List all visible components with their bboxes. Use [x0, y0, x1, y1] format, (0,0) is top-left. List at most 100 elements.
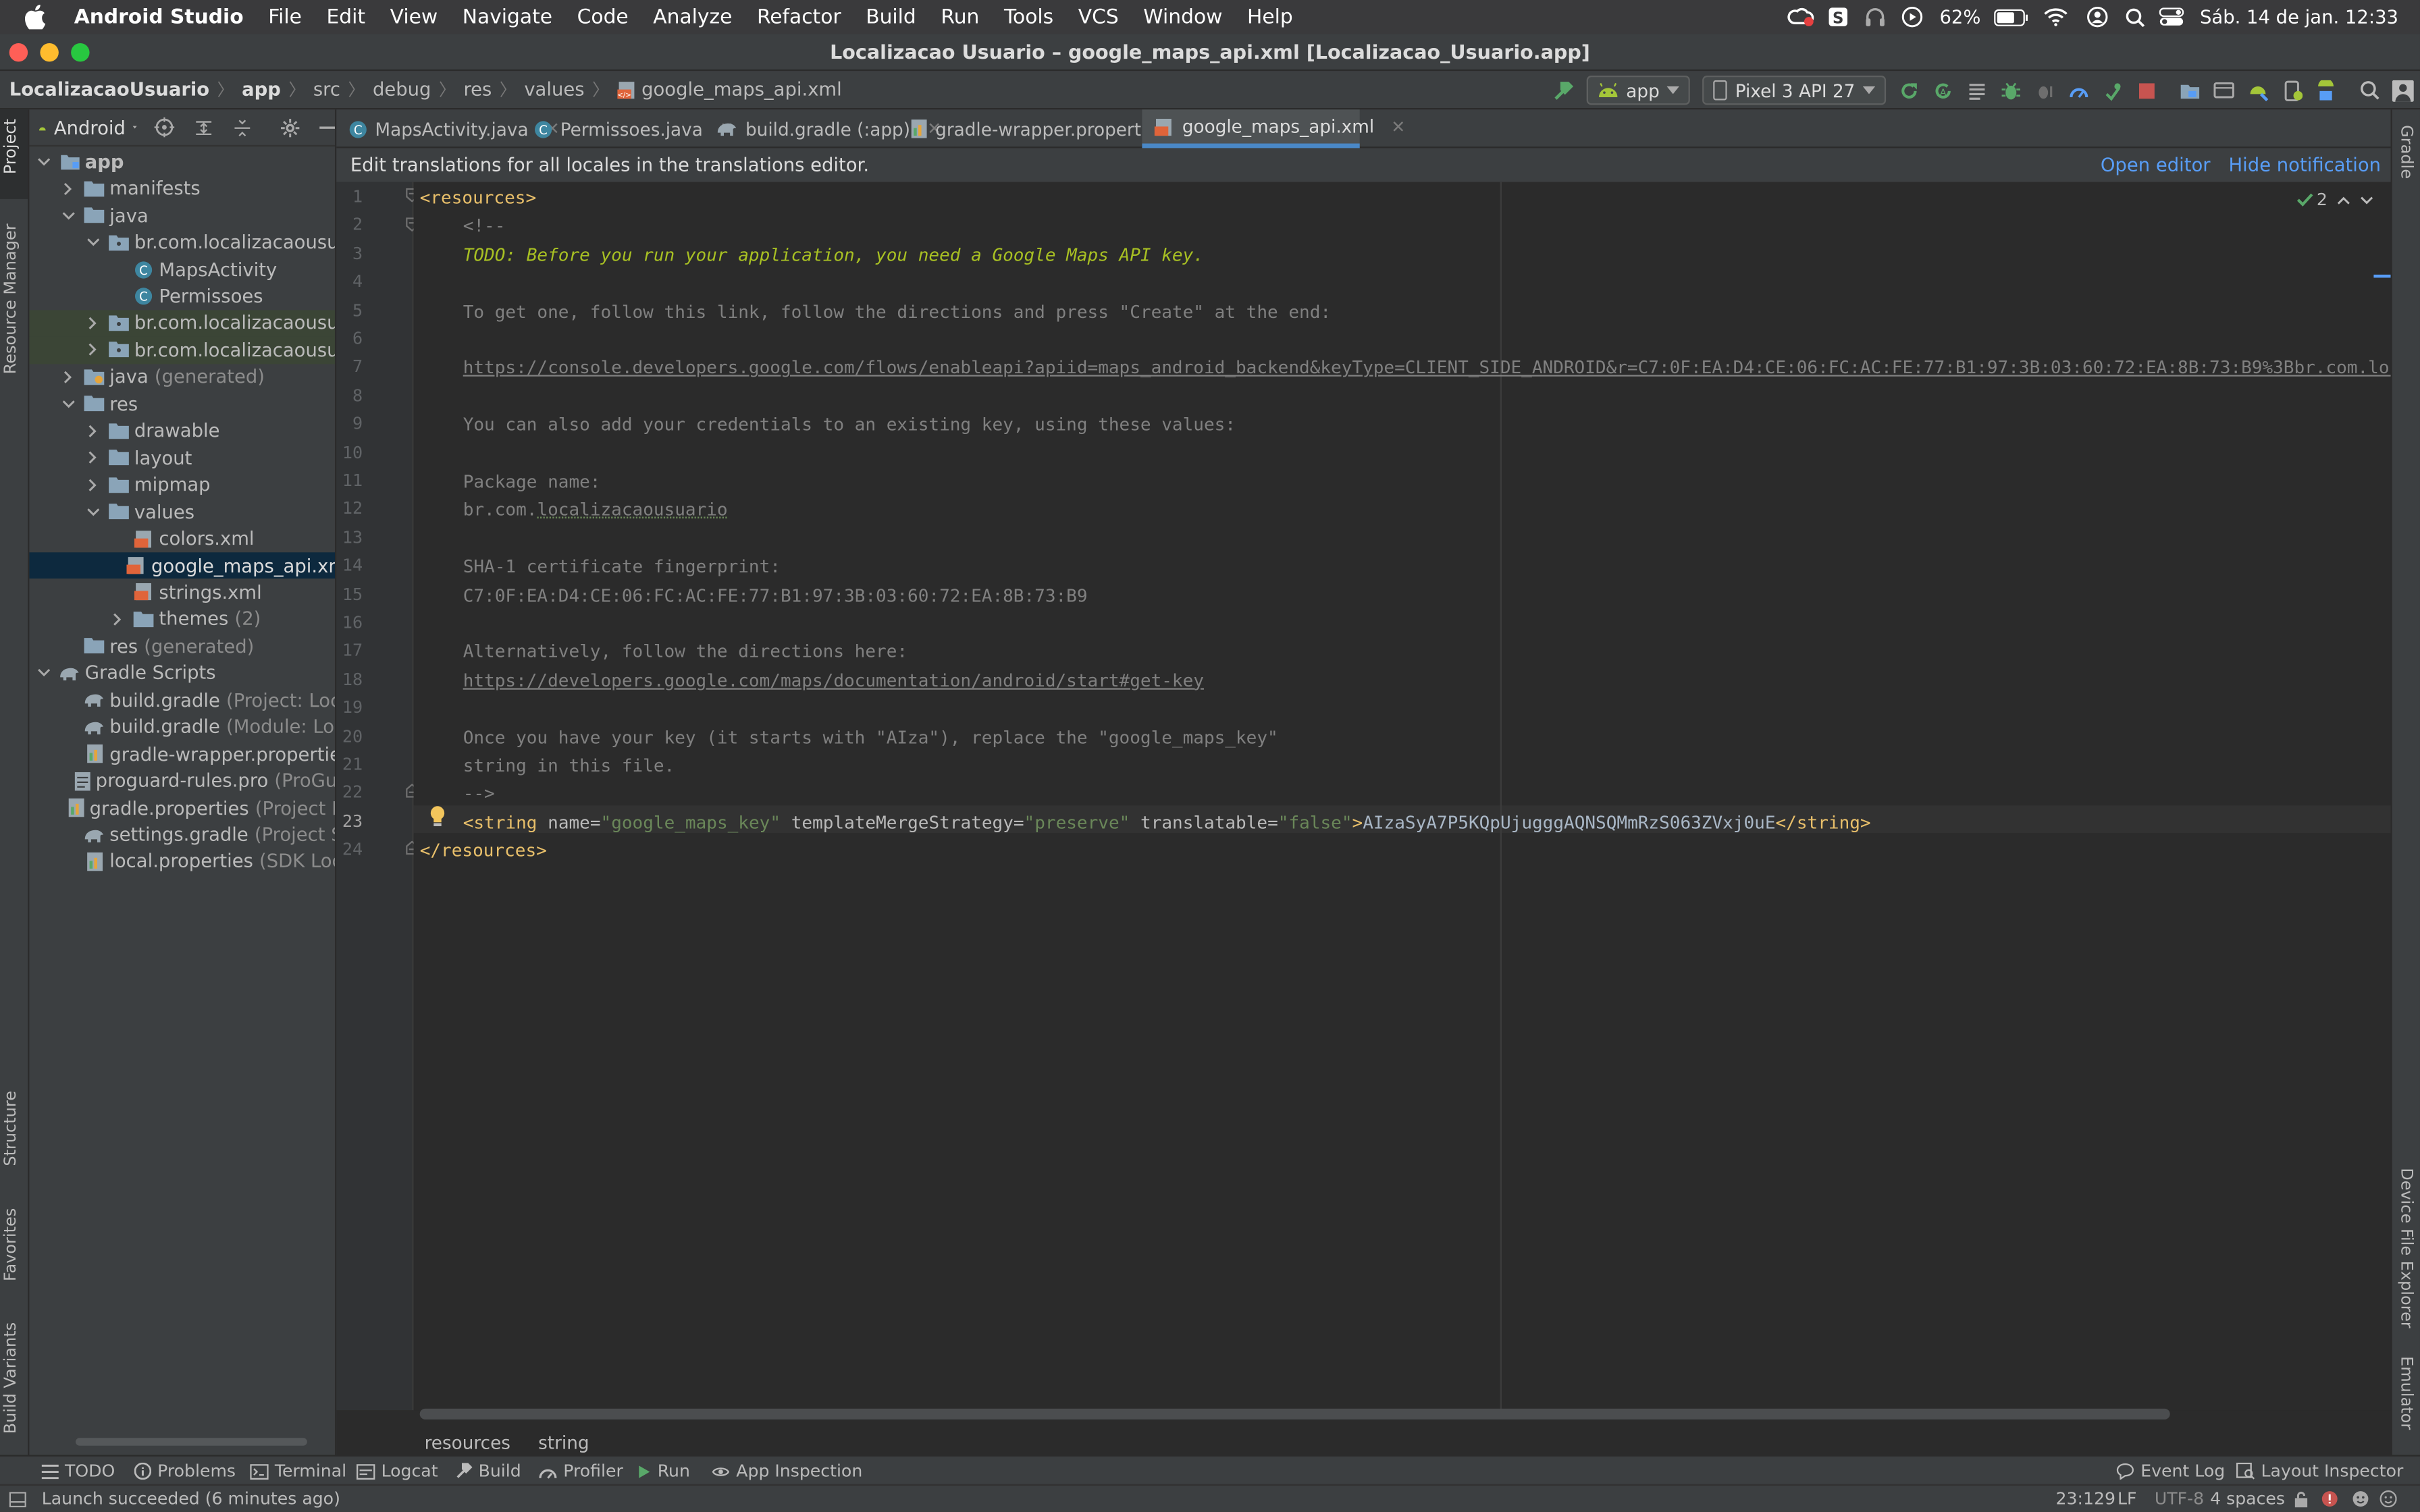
tree-item[interactable]: app [29, 148, 335, 175]
tree-item[interactable]: res [29, 390, 335, 417]
tab-google-maps-api[interactable]: google_maps_api.xml ✕ [1142, 109, 1405, 148]
select-opened-file-icon[interactable] [154, 117, 175, 138]
menu-edit[interactable]: Edit [314, 5, 377, 28]
menu-window[interactable]: Window [1131, 5, 1235, 28]
wifi-icon[interactable] [2033, 0, 2080, 34]
event-log-tool-button[interactable]: Event Log [2116, 1461, 2225, 1481]
hide-panel-icon[interactable] [319, 126, 335, 129]
device-file-explorer-tool-label[interactable]: Device File Explorer [2397, 1168, 2415, 1328]
chevron-right-icon[interactable] [85, 477, 101, 493]
chevron-up-icon[interactable] [2337, 195, 2351, 205]
indent-setting[interactable]: 4 spaces [2210, 1489, 2285, 1509]
chevron-right-icon[interactable] [109, 612, 125, 627]
layout-validation-icon[interactable] [2309, 74, 2342, 107]
file-encoding[interactable]: UTF-8 [2155, 1489, 2204, 1509]
search-everywhere-icon[interactable] [2352, 74, 2386, 107]
clock-datetime[interactable]: Sáb. 14 de jan. 12:33 [2190, 6, 2420, 28]
project-structure-icon[interactable] [2173, 74, 2207, 107]
tree-item[interactable]: gradle.properties (Project Properties) [29, 794, 335, 821]
crumb-res[interactable]: res [463, 79, 492, 101]
layout-inspector-tool-button[interactable]: Layout Inspector [2236, 1461, 2403, 1481]
tree-item[interactable]: gradle-wrapper.properties [29, 740, 335, 767]
crumb-project[interactable]: LocalizacaoUsuario [9, 79, 209, 101]
chevron-right-icon[interactable] [85, 423, 101, 439]
tree-item[interactable]: br.com.localizacaousuario [29, 336, 335, 364]
editor-crumb-string[interactable]: string [538, 1431, 589, 1453]
chevron-down-icon[interactable] [85, 235, 101, 250]
tab-permissoes[interactable]: C Permissoes.java✕ [522, 109, 734, 148]
tree-item[interactable]: values [29, 498, 335, 525]
menu-app-name[interactable]: Android Studio [61, 5, 255, 28]
docs-link[interactable]: https://developers.google.com/maps/docum… [463, 670, 1204, 691]
tree-item[interactable]: Gradle Scripts [29, 659, 335, 686]
apple-icon[interactable] [0, 4, 61, 30]
chevron-right-icon[interactable] [60, 369, 76, 385]
stop-icon[interactable] [2130, 74, 2163, 107]
headphones-icon[interactable] [1856, 0, 1893, 34]
run-config-select[interactable]: app [1585, 75, 1691, 105]
menu-build[interactable]: Build [853, 5, 928, 28]
project-view-mode[interactable]: Android [54, 117, 126, 138]
api-key-value[interactable]: AIzaSyA7P5KQpUjugggAQNSQMmRzS063ZVxj0uE [1363, 811, 1775, 833]
tree-item[interactable]: java (generated) [29, 363, 335, 390]
error-indicator-icon[interactable] [2321, 1490, 2338, 1507]
attach-debugger-icon[interactable] [2028, 74, 2061, 107]
logcat-tool-button[interactable]: Logcat [356, 1461, 438, 1481]
build-variants-tool-label[interactable]: Build Variants [1, 1322, 20, 1434]
chevron-down-icon[interactable] [36, 154, 51, 169]
expand-all-icon[interactable] [194, 118, 213, 136]
tree-item[interactable]: res (generated) [29, 632, 335, 659]
menu-vcs[interactable]: VCS [1066, 5, 1131, 28]
run-tool-button[interactable]: Run [637, 1461, 690, 1481]
tab-build-gradle[interactable]: build.gradle (:app) ✕ [704, 109, 941, 148]
tree-item[interactable]: build.gradle (Project: Localizacao) [29, 686, 335, 713]
status-message[interactable]: Launch succeeded (6 minutes ago) [42, 1489, 340, 1509]
close-tab-icon[interactable]: ✕ [1391, 117, 1405, 137]
tree-item[interactable]: layout [29, 444, 335, 471]
console-link[interactable]: https://console.developers.google.com/fl… [463, 357, 2391, 379]
build-tool-button[interactable]: Build [455, 1461, 521, 1481]
menu-navigate[interactable]: Navigate [450, 5, 564, 28]
open-editor-link[interactable]: Open editor [2101, 155, 2211, 176]
tree-item[interactable]: themes (2) [29, 605, 335, 632]
make-project-hammer-icon[interactable] [1546, 74, 1579, 107]
gear-icon[interactable] [280, 117, 300, 137]
tree-item[interactable]: local.properties (SDK Location) [29, 848, 335, 875]
structure-tool-label[interactable]: Structure [1, 1091, 20, 1166]
feedback-face-icon[interactable] [2379, 1490, 2397, 1508]
line-number-gutter[interactable]: 1 2 3 4 5 6 7 8 9 10 11 12 13 14 15 16 17 18 19 20 21 22 23 24 [336, 182, 419, 1411]
coverage-icon[interactable] [1960, 74, 1994, 107]
terminal-tool-button[interactable]: Terminal [250, 1461, 346, 1481]
chevron-down-icon[interactable] [60, 396, 76, 412]
avd-manager-icon[interactable] [2207, 74, 2241, 107]
profiler-tool-button[interactable]: Profiler [539, 1461, 623, 1481]
resource-manager-tool-label[interactable]: Resource Manager [1, 223, 20, 374]
tree-item[interactable]: C MapsActivity [29, 256, 335, 283]
tab-mapsactivity[interactable]: C MapsActivity.java ✕ [336, 109, 560, 148]
emulator-tool-label[interactable]: Emulator [2397, 1356, 2415, 1430]
tree-item[interactable]: mipmap [29, 471, 335, 498]
sdk-manager-icon[interactable] [2241, 74, 2275, 107]
chevron-down-icon[interactable] [85, 504, 101, 519]
editor-crumb-resources[interactable]: resources [425, 1431, 510, 1453]
crumb-debug[interactable]: debug [373, 79, 431, 101]
battery-icon[interactable] [1990, 0, 2033, 34]
crumb-src[interactable]: src [313, 79, 340, 101]
tree-item[interactable]: settings.gradle (Project Settings) [29, 821, 335, 848]
chevron-down-icon[interactable] [60, 208, 76, 223]
device-manager-icon[interactable] [2275, 74, 2309, 107]
app-inspection-tool-button[interactable]: App Inspection [712, 1461, 862, 1481]
project-tree-scrollbar[interactable] [75, 1438, 307, 1446]
tree-item[interactable]: strings.xml [29, 579, 335, 606]
device-select[interactable]: Pixel 3 API 27 [1702, 75, 1887, 105]
crumb-module[interactable]: app [242, 79, 281, 101]
tree-item[interactable]: colors.xml [29, 525, 335, 552]
crumb-file[interactable]: google_maps_api.xml [641, 79, 842, 101]
chevron-right-icon[interactable] [85, 450, 101, 466]
tree-item[interactable]: C Permissoes [29, 283, 335, 310]
line-separator[interactable]: LF [2118, 1489, 2136, 1509]
caret-position[interactable]: 23:129 [2056, 1489, 2115, 1509]
tree-item[interactable]: br.com.localizacaousuario [29, 309, 335, 337]
chevron-down-icon[interactable] [2360, 195, 2374, 205]
menu-code[interactable]: Code [564, 5, 641, 28]
